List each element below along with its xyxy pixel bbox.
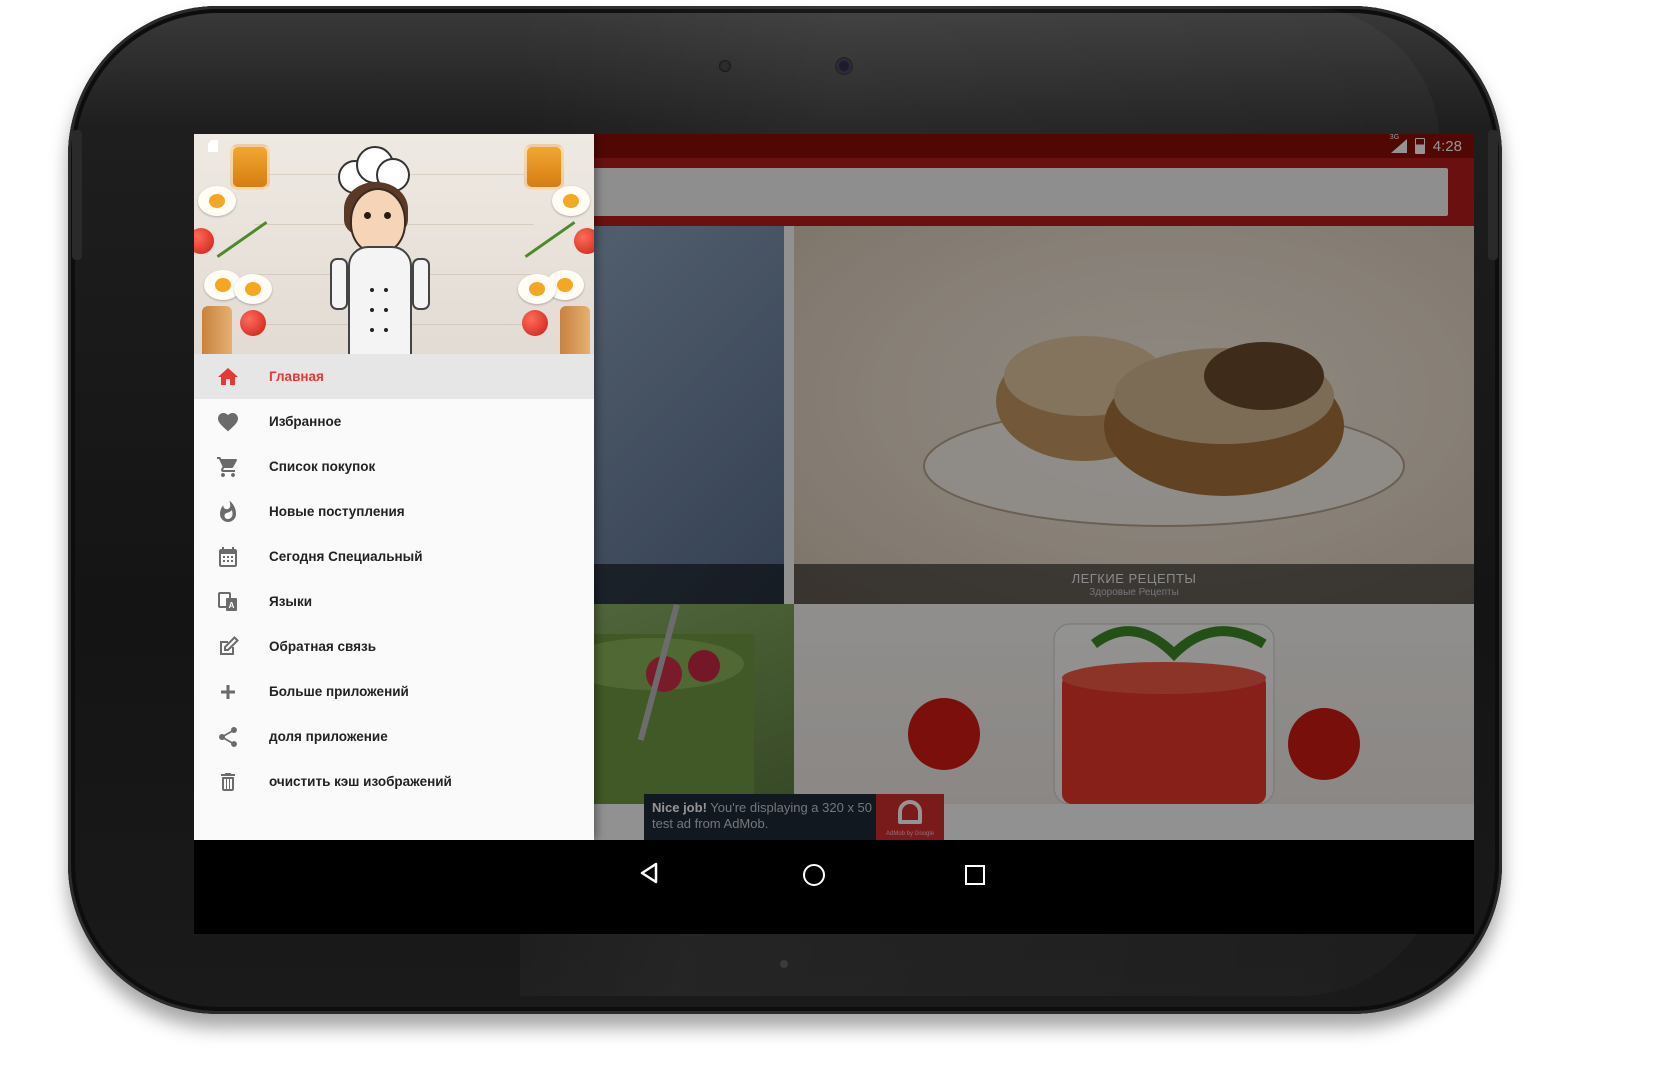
translate-icon: A (218, 592, 237, 611)
menu-item-favorites[interactable]: Избранное (194, 399, 594, 444)
heart-icon (218, 413, 238, 432)
back-icon[interactable] (640, 862, 658, 884)
menu-item-label: Обратная связь (269, 639, 377, 654)
food-decoration-right (516, 134, 594, 358)
recent-apps-icon[interactable] (965, 865, 985, 885)
menu-item-label: Больше приложений (269, 684, 409, 699)
tablet-camera (837, 59, 851, 73)
menu-item-feedback[interactable]: Обратная связь (194, 624, 594, 669)
tablet-side-button-right (1488, 130, 1498, 260)
menu-item-label: Языки (269, 594, 312, 609)
menu-item-label: очистить кэш изображений (269, 774, 452, 789)
system-navigation-bar (194, 840, 1474, 934)
menu-item-new-arrivals[interactable]: Новые поступления (194, 489, 594, 534)
menu-item-label: доля приложение (269, 729, 388, 744)
edit-icon (220, 636, 239, 655)
fire-icon (220, 500, 236, 522)
navigation-drawer: Главная Избранное Список покупок Новые п… (194, 134, 594, 840)
tablet-notification-led (780, 960, 788, 968)
menu-item-label: Новые поступления (269, 504, 405, 519)
home-button-icon[interactable] (803, 864, 825, 886)
tablet-side-button-left (72, 130, 82, 260)
chef-illustration (326, 146, 446, 358)
home-icon (218, 368, 238, 385)
menu-item-label: Сегодня Специальный (269, 549, 423, 564)
menu-item-label: Список покупок (269, 459, 376, 474)
calendar-icon (219, 547, 237, 567)
share-icon (219, 727, 237, 747)
drawer-header-image (194, 134, 594, 358)
menu-item-label: Избранное (269, 414, 342, 429)
trash-icon (221, 773, 235, 791)
menu-item-label: Главная (269, 369, 324, 384)
menu-item-more-apps[interactable]: Больше приложений (194, 669, 594, 714)
cart-icon (217, 457, 238, 477)
menu-item-today-special[interactable]: Сегодня Специальный (194, 534, 594, 579)
svg-text:A: A (229, 601, 235, 610)
plus-icon (221, 685, 235, 699)
menu-item-shopping-list[interactable]: Список покупок (194, 444, 594, 489)
menu-item-languages[interactable]: A Языки (194, 579, 594, 624)
menu-item-clear-cache[interactable]: очистить кэш изображений (194, 759, 594, 804)
drawer-menu: Главная Избранное Список покупок Новые п… (194, 354, 594, 804)
menu-item-share-app[interactable]: доля приложение (194, 714, 594, 759)
food-decoration-left (194, 134, 272, 358)
screen: 3G 4:28 ЛЕГКИЕ РЕЦЕПТЫ Здоровые Рецепты … (194, 134, 1474, 934)
tablet-sensor (719, 60, 731, 72)
menu-item-home[interactable]: Главная (194, 354, 594, 399)
